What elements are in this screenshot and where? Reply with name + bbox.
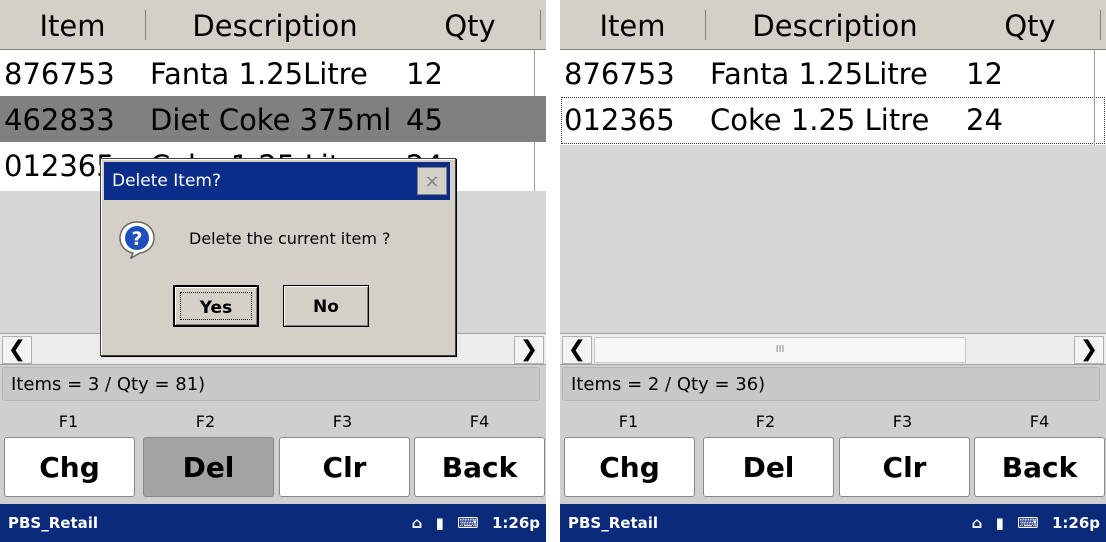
grid-header: Item Description Qty: [0, 0, 546, 50]
cell-item: 012365: [564, 103, 675, 137]
svg-text:?: ?: [131, 228, 142, 250]
column-header-item[interactable]: Item: [0, 0, 145, 49]
column-header-item[interactable]: Item: [560, 0, 705, 49]
delete-confirm-dialog: Delete Item? × ? Delete the current item…: [100, 158, 456, 356]
cell-description: Fanta 1.25Litre: [710, 57, 928, 91]
fkey-label-f2: F2: [195, 412, 216, 431]
no-button[interactable]: No: [283, 285, 369, 327]
delete-button[interactable]: Del: [703, 437, 834, 497]
taskbar: PBS_Retail ⌂ ▮ ⌨ 1:26p: [0, 504, 546, 542]
fkey-label-f4: F4: [469, 412, 490, 431]
keyboard-icon[interactable]: ⌨: [1017, 514, 1039, 532]
grid-line: [1094, 50, 1095, 99]
keyboard-icon[interactable]: ⌨: [457, 514, 479, 532]
back-button[interactable]: Back: [414, 437, 545, 497]
clock[interactable]: 1:26p: [1052, 514, 1100, 532]
item-grid[interactable]: Item Description Qty 876753 Fanta 1.25Li…: [560, 0, 1106, 333]
scroll-right-button[interactable]: ❯: [1074, 336, 1104, 364]
battery-icon[interactable]: ▮: [996, 514, 1004, 532]
focus-rectangle: [180, 292, 252, 320]
fkey-label-f3: F3: [892, 412, 913, 431]
cell-item: 876753: [4, 57, 115, 91]
dialog-title: Delete Item?: [112, 171, 221, 191]
column-header-qty[interactable]: Qty: [406, 0, 534, 49]
cell-description: Diet Coke 375ml: [150, 103, 392, 137]
taskbar-app-title[interactable]: PBS_Retail: [568, 504, 658, 542]
scroll-right-button[interactable]: ❯: [514, 336, 544, 364]
horizontal-scrollbar[interactable]: ❮ III ❯: [560, 333, 1106, 365]
status-summary: Items = 3 / Qty = 81): [2, 367, 540, 401]
cell-qty: 12: [966, 57, 1003, 91]
taskbar: PBS_Retail ⌂ ▮ ⌨ 1:26p: [560, 504, 1106, 542]
cell-qty: 24: [966, 103, 1003, 137]
fkey-label-f2: F2: [755, 412, 776, 431]
taskbar-app-title[interactable]: PBS_Retail: [8, 504, 98, 542]
cell-item: 876753: [564, 57, 675, 91]
cell-qty: 12: [406, 57, 443, 91]
clear-button[interactable]: Clr: [279, 437, 410, 497]
cell-item: 462833: [4, 103, 115, 137]
question-icon: ?: [119, 221, 155, 259]
table-row-selected[interactable]: 462833 Diet Coke 375ml 45: [0, 96, 546, 145]
fkey-label-f1: F1: [58, 412, 79, 431]
clear-button[interactable]: Clr: [839, 437, 970, 497]
back-button[interactable]: Back: [974, 437, 1105, 497]
cell-description: Fanta 1.25Litre: [150, 57, 368, 91]
status-summary: Items = 2 / Qty = 36): [562, 367, 1100, 401]
close-icon[interactable]: ×: [417, 167, 447, 195]
dialog-title-bar: Delete Item? ×: [104, 162, 450, 200]
fkey-label-f4: F4: [1029, 412, 1050, 431]
cell-description: Coke 1.25 Litre: [710, 103, 930, 137]
screen-left: Item Description Qty 876753 Fanta 1.25Li…: [0, 0, 546, 542]
clock[interactable]: 1:26p: [492, 514, 540, 532]
yes-button[interactable]: Yes: [173, 285, 259, 327]
column-separator[interactable]: [1100, 10, 1102, 40]
column-header-qty[interactable]: Qty: [966, 0, 1094, 49]
grid-line: [1094, 96, 1095, 145]
scroll-left-button[interactable]: ❮: [562, 336, 592, 364]
dialog-message: Delete the current item ?: [189, 229, 391, 248]
home-icon[interactable]: ⌂: [972, 514, 983, 532]
fkey-label-f3: F3: [332, 412, 353, 431]
taskbar-tray: ⌂ ▮ ⌨ 1:26p: [404, 504, 540, 542]
scroll-thumb[interactable]: III: [594, 337, 966, 363]
grid-header: Item Description Qty: [560, 0, 1106, 50]
home-icon[interactable]: ⌂: [412, 514, 423, 532]
change-button[interactable]: Chg: [564, 437, 695, 497]
delete-button[interactable]: Del: [143, 437, 274, 497]
grid-line: [534, 142, 535, 191]
fkey-label-f1: F1: [618, 412, 639, 431]
change-button[interactable]: Chg: [4, 437, 135, 497]
grid-line: [534, 50, 535, 99]
table-row[interactable]: 876753 Fanta 1.25Litre 12: [0, 50, 546, 99]
cell-qty: 45: [406, 103, 443, 137]
battery-icon[interactable]: ▮: [436, 514, 444, 532]
column-separator[interactable]: [540, 10, 542, 40]
screen-right: Item Description Qty 876753 Fanta 1.25Li…: [560, 0, 1106, 542]
column-header-description[interactable]: Description: [146, 0, 404, 49]
table-row-focused[interactable]: 012365 Coke 1.25 Litre 24: [560, 96, 1106, 145]
column-header-description[interactable]: Description: [706, 0, 964, 49]
taskbar-tray: ⌂ ▮ ⌨ 1:26p: [964, 504, 1100, 542]
scroll-left-button[interactable]: ❮: [2, 336, 32, 364]
table-row[interactable]: 876753 Fanta 1.25Litre 12: [560, 50, 1106, 99]
